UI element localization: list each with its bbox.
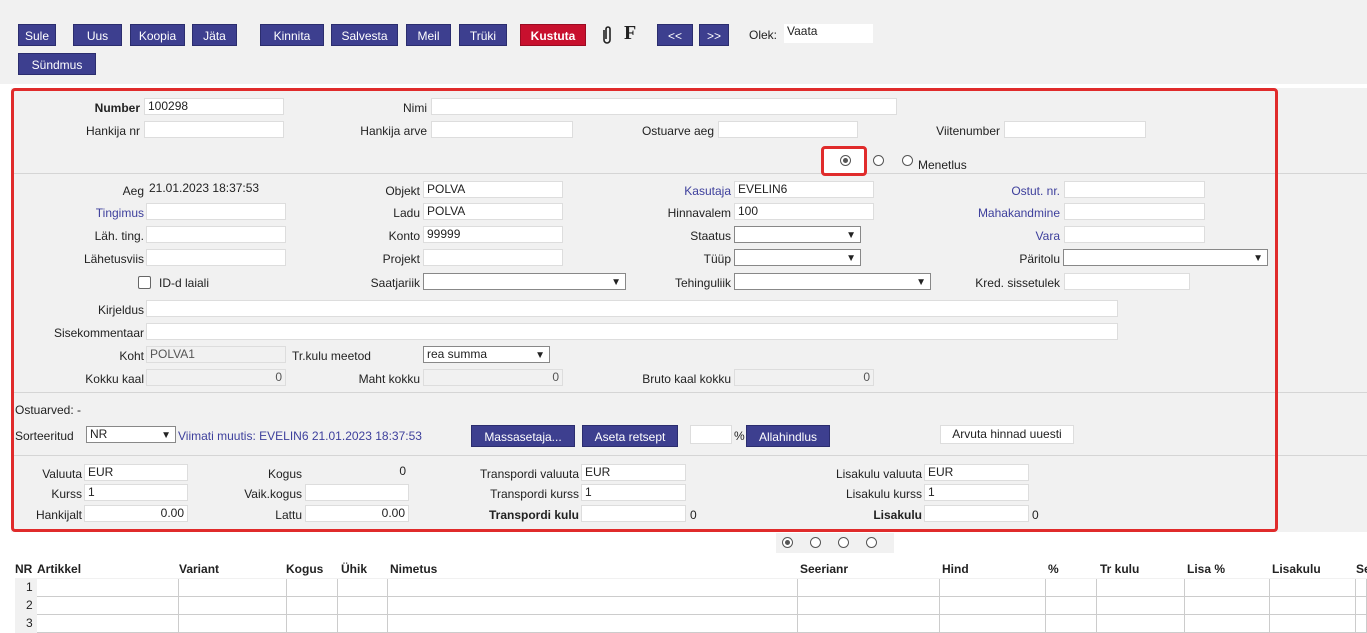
row-number: 2	[26, 598, 33, 612]
table-cell[interactable]	[388, 597, 798, 615]
table-cell[interactable]	[1270, 579, 1356, 597]
col-variant: Variant	[179, 562, 220, 576]
table-cell[interactable]	[1046, 597, 1097, 615]
table-cell[interactable]	[1270, 597, 1356, 615]
copy-button[interactable]: Koopia	[130, 24, 185, 46]
event-button[interactable]: Sündmus	[18, 53, 96, 75]
row-number: 1	[26, 580, 33, 594]
table-cell[interactable]	[37, 597, 179, 615]
email-button[interactable]: Meil	[406, 24, 451, 46]
table-cell[interactable]	[287, 579, 338, 597]
row-number: 3	[26, 616, 33, 630]
table-cell[interactable]	[1185, 579, 1270, 597]
format-f-button[interactable]: F	[624, 22, 636, 45]
highlight-frame	[11, 88, 1278, 532]
col-tr-cost: Tr kulu	[1100, 562, 1140, 576]
paperclip-icon[interactable]	[600, 24, 614, 46]
table-cell[interactable]	[1270, 615, 1356, 633]
col-serial-cut: Se	[1356, 562, 1367, 576]
view-radio-1[interactable]	[782, 537, 793, 548]
leave-button[interactable]: Jäta	[192, 24, 237, 46]
previous-button[interactable]: <<	[657, 24, 693, 46]
close-button[interactable]: Sule	[18, 24, 56, 46]
table-cell[interactable]	[1185, 615, 1270, 633]
col-quantity: Kogus	[286, 562, 324, 576]
table-cell[interactable]	[338, 615, 388, 633]
table-cell[interactable]	[338, 597, 388, 615]
table-cell[interactable]	[940, 597, 1046, 615]
table-cell[interactable]	[37, 579, 179, 597]
col-nr: NR	[15, 562, 33, 576]
col-name: Nimetus	[390, 562, 438, 576]
col-percent: %	[1048, 562, 1059, 576]
table-cell[interactable]	[940, 615, 1046, 633]
col-article: Artikkel	[37, 562, 82, 576]
col-serial: Seerianr	[800, 562, 849, 576]
table-cell[interactable]	[798, 597, 940, 615]
table-cell[interactable]	[1356, 579, 1367, 597]
table-cell[interactable]	[287, 615, 338, 633]
confirm-button[interactable]: Kinnita	[260, 24, 324, 46]
col-price: Hind	[942, 562, 969, 576]
table-cell[interactable]	[1356, 615, 1367, 633]
table-cell[interactable]	[1046, 615, 1097, 633]
new-button[interactable]: Uus	[73, 24, 122, 46]
col-extra-cost: Lisakulu	[1272, 562, 1321, 576]
table-cell[interactable]	[1097, 597, 1185, 615]
view-radio-3[interactable]	[838, 537, 849, 548]
table-cell[interactable]	[179, 615, 287, 633]
print-button[interactable]: Trüki	[459, 24, 507, 46]
col-extra-percent: Lisa %	[1187, 562, 1226, 576]
table-cell[interactable]	[1097, 579, 1185, 597]
view-radio-2[interactable]	[810, 537, 821, 548]
table-cell[interactable]	[338, 579, 388, 597]
table-cell[interactable]	[1185, 597, 1270, 615]
table-cell[interactable]	[287, 597, 338, 615]
table-cell[interactable]	[179, 597, 287, 615]
state-label: Olek:	[749, 28, 778, 42]
table-cell[interactable]	[179, 579, 287, 597]
view-radio-4[interactable]	[866, 537, 877, 548]
table-cell[interactable]	[1046, 579, 1097, 597]
table-cell[interactable]	[388, 615, 798, 633]
table-cell[interactable]	[798, 615, 940, 633]
table-cell[interactable]	[388, 579, 798, 597]
table-cell[interactable]	[1097, 615, 1185, 633]
col-unit: Ühik	[341, 562, 368, 576]
table-cell[interactable]	[37, 615, 179, 633]
table-cell[interactable]	[1356, 597, 1367, 615]
next-button[interactable]: >>	[699, 24, 729, 46]
delete-button[interactable]: Kustuta	[520, 24, 586, 46]
table-cell[interactable]	[798, 579, 940, 597]
state-value: Vaata	[784, 24, 873, 43]
table-cell[interactable]	[940, 579, 1046, 597]
save-button[interactable]: Salvesta	[331, 24, 398, 46]
